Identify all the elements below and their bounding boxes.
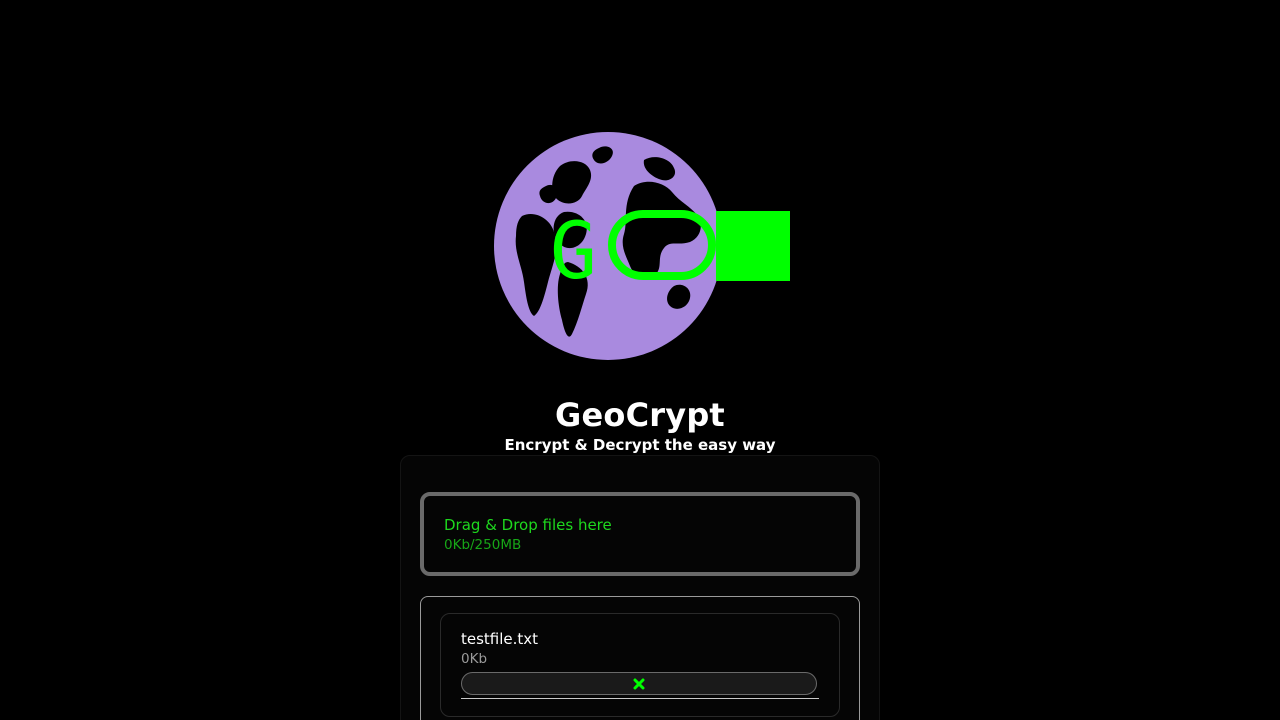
file-list: testfile.txt 0Kb: [420, 596, 860, 720]
file-dropzone[interactable]: Drag & Drop files here 0Kb/250MB: [420, 492, 860, 576]
dropzone-label: Drag & Drop files here: [444, 516, 612, 534]
file-size: 0Kb: [461, 651, 488, 667]
file-card: testfile.txt 0Kb: [440, 613, 840, 717]
remove-x-icon: [462, 673, 816, 694]
page: G GeoCrypt Encrypt & Decrypt the easy wa…: [0, 0, 1280, 720]
geocrypt-logo-icon: G: [494, 132, 790, 360]
file-progress-bar: [461, 698, 819, 699]
app-title: GeoCrypt: [555, 396, 725, 434]
svg-text:G: G: [550, 207, 597, 297]
remove-file-button[interactable]: [461, 672, 817, 695]
file-name: testfile.txt: [461, 630, 539, 648]
app-subtitle: Encrypt & Decrypt the easy way: [504, 436, 776, 454]
dropzone-usage: 0Kb/250MB: [444, 537, 522, 553]
